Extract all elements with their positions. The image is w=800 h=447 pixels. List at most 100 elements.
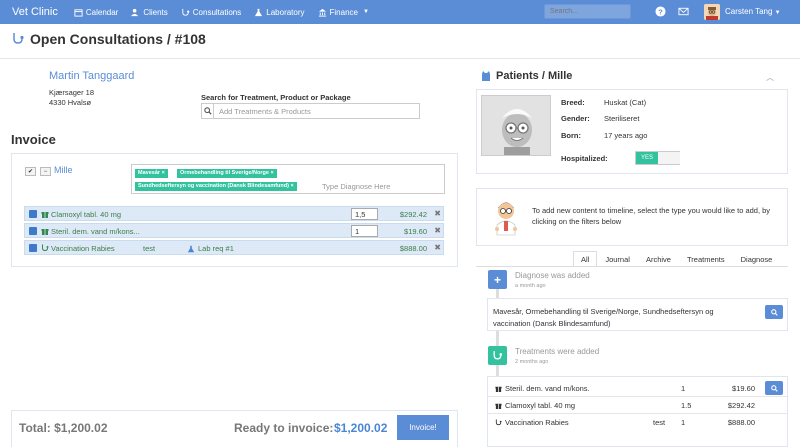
hospitalized-toggle[interactable]: YES [635,151,680,165]
nav-clients[interactable]: Clients [131,7,168,17]
view-button[interactable] [765,381,783,395]
line-note: test [143,244,156,253]
nav-calendar[interactable]: Calendar [74,8,118,17]
patient-title: Patients / Mille [480,70,572,82]
tab-archive[interactable]: Archive [638,251,679,267]
envelope-icon[interactable] [678,6,689,17]
user-avatar[interactable] [704,4,720,20]
diagnose-tag[interactable]: Ormebehandling til Sverige/Norge × [177,169,277,178]
treatment-note: test [653,418,666,427]
user-menu[interactable]: Carsten Tang ▼ [725,7,781,16]
line-checkbox[interactable] [29,227,37,235]
diagnose-event-text: Mavesår, Ormebehandling til Sverige/Norg… [493,307,714,328]
total-amount: Total: $1,200.02 [19,421,108,435]
treatment-row-name: Steril. dem. vand m/kons. [495,384,590,393]
nav-consultations[interactable]: Consultations [181,8,241,17]
patient-title-text: Patients / Mille [496,70,573,82]
stethoscope-icon [182,8,190,16]
timeline-help-text: To add new content to timeline, select t… [532,206,771,226]
close-icon[interactable]: × [291,183,294,189]
treatment-name: Clamoxyl tabl. 40 mg [505,401,576,410]
treatment-qty: 1 [681,418,686,427]
event-title: Treatments were added [515,347,600,356]
calendar-icon [74,8,83,17]
tab-all[interactable]: All [573,251,598,267]
remove-line-icon[interactable]: ✖ [434,209,441,218]
check-all-button[interactable]: ✔ [25,167,36,176]
client-address-line2: 4330 Hvalsø [49,98,92,107]
nav-finance[interactable]: Finance ▼ [318,8,369,17]
invoice-line: Clamoxyl tabl. 40 mg 1,5 $292.42 ✖ [24,206,444,221]
close-icon[interactable]: × [162,170,165,176]
view-button[interactable] [765,305,783,319]
pet-photo [481,95,551,156]
nav-calendar-label: Calendar [85,7,119,17]
page-title-text: Open Consultations / #108 [30,31,206,47]
chevron-down-icon: ▼ [362,9,369,15]
treatment-price: $19.60 [732,384,755,393]
lab-request-label: Lab req #1 [198,244,234,253]
treatment-search-input[interactable] [214,106,414,116]
invoice-heading: Invoice [11,132,56,147]
flask-icon [255,8,263,16]
event-time: 2 months ago [515,359,549,365]
nav-laboratory[interactable]: Laboratory [254,8,305,17]
diagnose-tag-label: Ormebehandling til Sverige/Norge [180,170,269,176]
ready-amount: $1,200.02 [334,421,388,435]
gender-label: Gender: [561,114,590,123]
line-checkbox[interactable] [29,244,37,252]
stethoscope-icon [488,346,507,365]
svg-text:?: ? [658,7,663,16]
tab-diagnose[interactable]: Diagnose [733,251,781,267]
gift-icon [495,403,502,409]
timeline-filter-tabs: All Journal Archive Treatments Diagnose [573,251,780,267]
collapse-button[interactable]: − [40,167,51,176]
gender-value: Steriliseret [604,114,640,123]
line-name: Clamoxyl tabl. 40 mg [51,210,122,219]
nav-clients-label: Clients [143,7,168,17]
breed-label: Breed: [561,98,585,107]
client-address-line1: Kjærsager 18 [49,88,95,97]
top-navbar: Vet Clinic Calendar Clients Consultation… [0,0,800,24]
invoice-line: Steril. dem. vand m/kons... 1 $19.60 ✖ [24,223,444,238]
tab-treatments[interactable]: Treatments [679,251,733,267]
remove-line-icon[interactable]: ✖ [434,226,441,235]
tab-journal[interactable]: Journal [597,251,638,267]
flask-icon [187,245,195,252]
quantity-input[interactable]: 1,5 [351,208,378,220]
stethoscope-icon [42,244,49,252]
stethoscope-icon [13,33,24,44]
search-label: Search for Treatment, Product or Package [201,93,351,102]
stethoscope-icon [495,419,502,426]
treatment-search-box [201,103,420,119]
diagnose-tag[interactable]: Mavesår × [135,169,168,178]
quantity-input[interactable]: 1 [351,225,378,237]
diagnose-placeholder: Type Diagnose Here [322,182,391,191]
toggle-yes-label: YES [636,152,658,164]
invoice-button[interactable]: Invoice! [397,415,449,440]
search-icon [202,104,214,118]
line-name: Vaccination Rabies [51,244,115,253]
toggle-knob [658,152,680,164]
remove-line-icon[interactable]: ✖ [434,243,441,252]
close-icon[interactable]: × [270,170,273,176]
nav-consultations-label: Consultations [192,7,242,17]
line-checkbox[interactable] [29,210,37,218]
nav-finance-label: Finance [329,7,358,17]
brand-logo[interactable]: Vet Clinic [12,6,58,18]
gift-icon [41,229,49,235]
global-search-input[interactable] [544,4,631,19]
diagnose-tag-label: Sundhedseftersyn og vaccination (Dansk B… [138,183,289,189]
diagnose-tag[interactable]: Sundhedseftersyn og vaccination (Dansk B… [135,182,297,191]
search-icon [770,384,778,392]
lab-request-link[interactable]: Lab req #1 [187,244,234,253]
born-value: 17 years ago [604,131,648,140]
pet-name-link[interactable]: Mille [54,165,73,175]
gift-icon [41,212,49,218]
help-icon[interactable]: ? [655,6,666,17]
gift-icon [495,386,502,392]
treatment-qty: 1 [681,384,686,393]
client-name-link[interactable]: Martin Tanggaard [49,70,134,82]
chevron-up-icon[interactable]: ︿ [766,72,774,83]
search-icon [770,308,778,316]
